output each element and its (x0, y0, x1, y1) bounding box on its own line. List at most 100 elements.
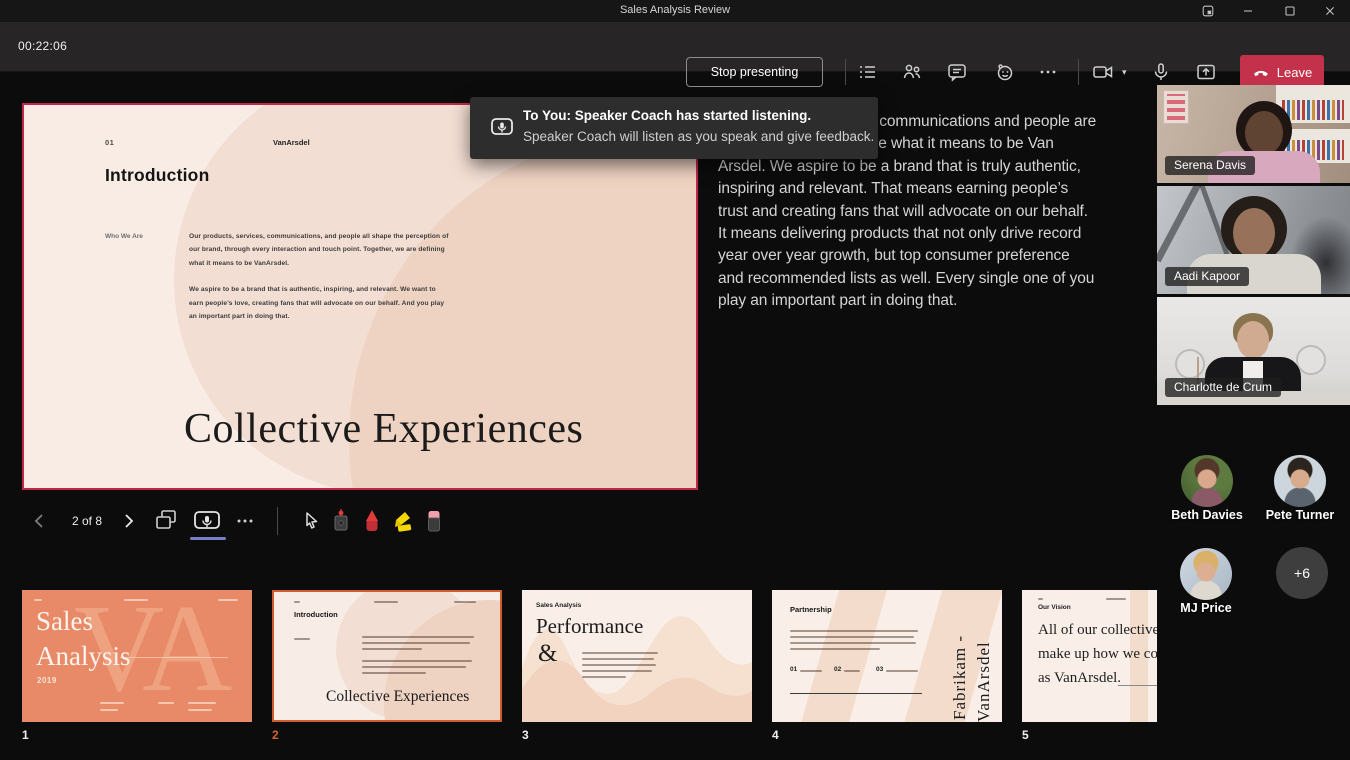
speaker-coach-icon (490, 116, 514, 140)
slide-thumbnail-1[interactable]: VA Sales Analysis 2019 (22, 590, 252, 722)
notes-line: year over year growth, but top consumer … (718, 245, 1142, 267)
microphone-icon[interactable] (1150, 61, 1172, 83)
notes-line: Arsdel. We aspire to be a brand that is … (718, 156, 1142, 178)
thumb4-vertical-title: VanArsdel (974, 598, 994, 722)
thumb-micro-text (362, 672, 426, 674)
participant-name-badge: Charlotte de Crum (1165, 378, 1281, 397)
thumb2-title: Collective Experiences (326, 688, 469, 706)
camera-dropdown-caret[interactable]: ▾ (1122, 67, 1127, 78)
thumb-micro-text (790, 630, 918, 632)
thumb-micro-text (582, 670, 652, 672)
next-slide-button[interactable] (118, 511, 138, 531)
thumbnail-number-active: 2 (272, 728, 279, 742)
overflow-participants-badge[interactable]: +6 (1276, 547, 1328, 599)
slide-thumbnail-4[interactable]: Partnership 01 02 03 Fabrikam - VanArsde… (772, 590, 1002, 722)
thumb-micro-text (454, 601, 476, 603)
pen-tool-icon[interactable] (360, 507, 384, 535)
thumb4-item-number: 01 (790, 666, 797, 673)
meeting-toolbar: 00:22:06 Stop presenting ▾ (0, 22, 1350, 72)
slide-body-paragraph: Our products, services, communications, … (189, 230, 451, 270)
avatar-pete-turner[interactable] (1274, 455, 1326, 507)
slide-thumbnail-2-selected[interactable]: Introduction Collective Experiences (272, 590, 502, 722)
pointer-tool-icon[interactable] (300, 507, 324, 535)
thumbnail-number: 1 (22, 728, 29, 742)
thumb-micro-text (188, 702, 216, 704)
participant-name-label: MJ Price (1156, 601, 1256, 615)
thumb-decor-line (1118, 685, 1157, 686)
thumb-micro-text (362, 648, 422, 650)
thumb5-heading: Our Vision (1038, 604, 1071, 611)
agenda-list-icon[interactable] (857, 61, 879, 83)
participants-icon[interactable] (901, 61, 923, 83)
slide-filmstrip: VA Sales Analysis 2019 1 Introduction (0, 588, 1157, 760)
avatar-beth-davies[interactable] (1181, 455, 1233, 507)
chair-decor (1175, 349, 1205, 379)
toast-subtitle: Speaker Coach will listen as you speak a… (523, 129, 874, 144)
highlighter-tool-icon[interactable] (391, 507, 415, 535)
notes-line: inspiring and relevant. That means earni… (718, 178, 1142, 200)
thumb-micro-text (362, 660, 472, 662)
thumb-decor-line (120, 657, 228, 658)
slide-page-number: 01 (105, 138, 114, 147)
slide-heading: Introduction (105, 165, 209, 186)
thumb-micro-text (294, 601, 300, 603)
toolbar-divider (1078, 59, 1079, 85)
speaker-coach-toast[interactable]: To You: Speaker Coach has started listen… (470, 97, 878, 159)
thumb-micro-text (188, 709, 212, 711)
maximize-button[interactable] (1282, 3, 1298, 19)
notes-line: trust and creating fans that will advoca… (718, 201, 1142, 223)
video-tile-charlotte-de-crum[interactable]: Charlotte de Crum (1157, 297, 1350, 405)
minimize-button[interactable] (1240, 3, 1256, 19)
speaker-coach-icon[interactable] (192, 508, 222, 534)
thumb5-text-line: All of our collective (1038, 622, 1157, 639)
leave-label: Leave (1277, 65, 1312, 80)
thumb4-vertical-title: Fabrikam - (950, 602, 970, 720)
thumb1-title: Sales Analysis (36, 604, 131, 674)
toolbar-divider (845, 59, 846, 85)
avatar-mj-price[interactable] (1180, 548, 1232, 600)
presenter-more-icon[interactable] (232, 508, 258, 534)
thumb-decor-line (790, 693, 922, 694)
toast-title: To You: Speaker Coach has started listen… (523, 108, 811, 123)
titlebar: Sales Analysis Review (0, 0, 1350, 22)
video-tile-aadi-kapoor[interactable]: Aadi Kapoor (1157, 186, 1350, 294)
reactions-icon[interactable] (993, 61, 1015, 83)
hangup-phone-icon (1252, 63, 1270, 81)
participant-name-label: Pete Turner (1250, 508, 1350, 522)
window-title: Sales Analysis Review (0, 4, 1350, 16)
presented-slide[interactable]: 01 VanArsdel Introduction Who We Are Our… (22, 103, 698, 490)
more-options-icon[interactable] (1037, 61, 1059, 83)
thumb-micro-text (790, 642, 916, 644)
thumb-micro-text (294, 638, 310, 640)
participant-name-badge: Serena Davis (1165, 156, 1255, 175)
thumb-micro-text (790, 648, 880, 650)
eraser-tool-icon[interactable] (422, 507, 446, 535)
thumb2-heading: Introduction (294, 610, 338, 619)
thumb-micro-text (1038, 598, 1043, 600)
slide-thumbnail-5[interactable]: Our Vision All of our collective make up… (1022, 590, 1157, 722)
thumb-micro-text (790, 636, 914, 638)
previous-slide-button[interactable] (30, 511, 50, 531)
thumb1-year: 2019 (37, 676, 57, 685)
thumb-micro-text (800, 670, 822, 672)
laser-pointer-tool-icon[interactable] (329, 507, 353, 535)
camera-icon[interactable] (1092, 61, 1114, 83)
popout-icon[interactable] (1200, 3, 1216, 19)
slide-brand-logo: VanArsdel (273, 138, 310, 147)
chat-icon[interactable] (946, 61, 968, 83)
close-button[interactable] (1322, 3, 1338, 19)
thumb-micro-text (844, 670, 860, 672)
leave-button[interactable]: Leave (1240, 55, 1324, 89)
stop-presenting-button[interactable]: Stop presenting (686, 57, 823, 87)
thumb3-ampersand: & (538, 640, 557, 668)
slide-side-label: Who We Are (105, 233, 143, 240)
slide-title: Collective Experiences (184, 405, 583, 453)
slide-grid-icon[interactable] (152, 508, 180, 534)
slide-thumbnail-3[interactable]: Sales Analysis Performance & (522, 590, 752, 722)
share-screen-icon[interactable] (1195, 61, 1217, 83)
thumb-micro-text (124, 599, 148, 601)
slide-body-text: Our products, services, communications, … (189, 230, 451, 323)
thumb-micro-text (582, 652, 658, 654)
thumb-micro-text (100, 709, 118, 711)
video-tile-serena-davis[interactable]: Serena Davis (1157, 85, 1350, 183)
